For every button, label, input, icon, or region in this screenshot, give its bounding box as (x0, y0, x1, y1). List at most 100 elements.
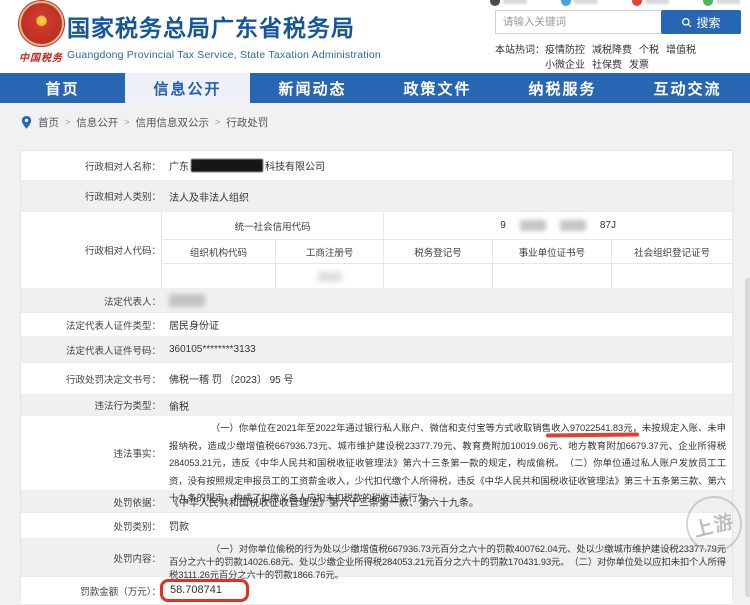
code-col-header: 社会组织登记证号 (612, 240, 732, 264)
penalty-basis-value: 《中华人民共和国税收征收管理法》第六十三条第一款、第六十九条。 (169, 498, 479, 509)
green-circle-icon (703, 0, 713, 6)
breadcrumb-separator: > (65, 117, 71, 127)
hotword-link[interactable]: 增值税 (666, 43, 696, 58)
fine-amount-value: 58.708741 (160, 577, 732, 604)
nav-tab-home[interactable]: 首页 (0, 73, 125, 103)
doc-number-value: 佛税一稽 罚 〔2023〕 95 号 (169, 375, 294, 386)
code-col-header: 组织机构代码 (162, 240, 276, 264)
code-value-empty (384, 264, 493, 289)
credit-code-value: 9 87J (384, 212, 732, 240)
hotword-link[interactable]: 发票 (629, 58, 649, 73)
scrollbar[interactable] (745, 278, 750, 597)
code-col-header: 税务登记号 (384, 240, 493, 264)
hotword-link[interactable]: 减税降费 (592, 43, 632, 58)
search-button[interactable]: 搜索 (661, 10, 741, 34)
code-value-empty (493, 264, 613, 289)
row-id-type: 法定代表人证件类型： 居民身份证 (21, 313, 732, 337)
field-label: 处罚类别： (113, 521, 161, 533)
code-value-empty (612, 264, 732, 289)
hotword-link[interactable]: 疫情防控 (545, 43, 585, 58)
row-penalty-category: 处罚类别： 罚款 (21, 513, 732, 539)
location-pin-icon (21, 115, 32, 129)
nav-tab-policy[interactable]: 政策文件 (375, 73, 500, 103)
penalty-content-text: （一）对你单位偷税的行为处以少缴增值税667936.73元百分之六十的罚款400… (169, 544, 726, 580)
field-label: 法定代表人证件号码： (65, 345, 161, 357)
redaction-blur-box (559, 220, 586, 231)
hotword-link[interactable]: 小微企业 (545, 58, 585, 73)
penalty-category-value: 罚款 (169, 522, 189, 533)
breadcrumb-info[interactable]: 信息公开 (76, 115, 118, 130)
red-underlined-revenue: 收入97022541.83元 (551, 423, 633, 433)
breadcrumb-separator: > (124, 117, 130, 127)
violation-type-value: 偷税 (169, 401, 189, 413)
hotword-link[interactable]: 社保费 (592, 58, 622, 73)
tax-emblem-icon (18, 1, 64, 46)
row-party-codes: 行政相对人代码： 统一社会信用代码 9 87J 组织机构代码 工商注册号 税务登… (21, 212, 732, 289)
main-nav: 首页 信息公开 新闻动态 政策文件 纳税服务 互动交流 (0, 73, 750, 103)
nav-tab-info-disclosure[interactable]: 信息公开 (125, 73, 250, 103)
party-category-value: 法人及非法人组织 (169, 192, 249, 204)
code-value-empty (162, 264, 276, 289)
social-icon-4[interactable] (703, 0, 740, 6)
logo-caption: 中国税务 (19, 53, 63, 64)
field-label: 行政相对人名称： (84, 161, 161, 173)
field-label: 处罚依据： (113, 497, 161, 509)
hotword-link[interactable]: 个税 (639, 43, 659, 58)
code-value-empty (276, 264, 385, 289)
nav-tab-interaction[interactable]: 互动交流 (625, 73, 750, 103)
credit-code-end: 87J (599, 220, 616, 231)
party-name-prefix: 广东 (169, 162, 189, 173)
icon-label-blur (574, 0, 598, 4)
breadcrumb-penalty[interactable]: 行政处罚 (226, 115, 268, 130)
row-penalty-content: 处罚内容： （一）对你单位偷税的行为处以少缴增值税667936.73元百分之六十… (21, 539, 732, 580)
breadcrumb-home[interactable]: 首页 (38, 115, 59, 130)
redaction-black-box (191, 159, 263, 172)
party-name-value: 广东 科技有限公司 (161, 151, 732, 180)
field-label: 行政处罚决定文书号： (65, 374, 161, 386)
field-label: 罚款金额（万元）： (80, 586, 161, 598)
redaction-smudge (317, 271, 342, 282)
code-col-header: 事业单位证书号 (492, 240, 613, 264)
search-icon (682, 17, 692, 27)
search-input[interactable] (495, 10, 661, 34)
penalty-content-value: （一）对你单位偷税的行为处以少缴增值税667936.73元百分之六十的罚款400… (161, 539, 732, 580)
icon-label-blur (716, 0, 740, 4)
row-legal-rep: 法定代表人： (21, 289, 732, 313)
field-label: 违法行为类型： (94, 401, 161, 412)
site-subtitle: Guangdong Provincial Tax Service, State … (67, 49, 381, 61)
credit-code-label: 统一社会信用代码 (162, 212, 385, 240)
icon-label-blur (503, 0, 527, 4)
credit-code-start: 9 (500, 220, 506, 231)
field-label: 违法事实： (113, 449, 161, 460)
hotwords-label: 本站热词： (495, 45, 545, 56)
row-fine-amount: 罚款金额（万元）： 58.708741 (21, 577, 732, 605)
fine-amount-number: 58.708741 (170, 584, 222, 596)
redaction-blur-box (519, 220, 546, 231)
redaction-blur-box (169, 294, 205, 307)
nav-tab-news[interactable]: 新闻动态 (250, 73, 375, 103)
legal-rep-value (161, 289, 732, 312)
social-icon-2[interactable] (561, 0, 598, 6)
site-title: 国家税务总局广东省税务局 (67, 15, 355, 41)
party-name-suffix: 科技有限公司 (265, 162, 325, 173)
search-button-label: 搜索 (696, 15, 721, 30)
field-label: 法定代表人证件类型： (65, 320, 161, 332)
field-label: 处罚内容： (113, 553, 161, 565)
hotwords-list: 疫情防控 减税降费 个税 增值税 小微企业 社保费 发票 (545, 43, 741, 73)
breadcrumb-credit[interactable]: 信用信息双公示 (136, 115, 210, 130)
site-logo: 中国税务 (13, 1, 69, 64)
top-social-bar (490, 0, 740, 6)
id-type-value: 居民身份证 (169, 321, 219, 332)
breadcrumb: 首页 > 信息公开 > 信用信息双公示 > 行政处罚 (0, 112, 750, 132)
social-icon-1[interactable] (490, 0, 527, 6)
row-party-category: 行政相对人类别： 法人及非法人组织 (21, 181, 732, 212)
dark-circle-icon (490, 0, 500, 6)
row-violation-facts: 违法事实： （一）你单位在2021年至2022年通过银行私人账户、微信和支付宝等… (21, 416, 732, 503)
nav-tab-tax-service[interactable]: 纳税服务 (500, 73, 625, 103)
codes-subtable: 统一社会信用代码 9 87J 组织机构代码 工商注册号 税务登记号 事业单位证书… (161, 212, 732, 289)
row-party-name: 行政相对人名称： 广东 科技有限公司 (21, 151, 732, 181)
penalty-detail-card: 行政相对人名称： 广东 科技有限公司 行政相对人类别： 法人及非法人组织 行政相… (20, 150, 733, 605)
icon-label-blur (645, 0, 669, 4)
blue-circle-icon (561, 0, 571, 6)
social-icon-3[interactable] (632, 0, 669, 6)
